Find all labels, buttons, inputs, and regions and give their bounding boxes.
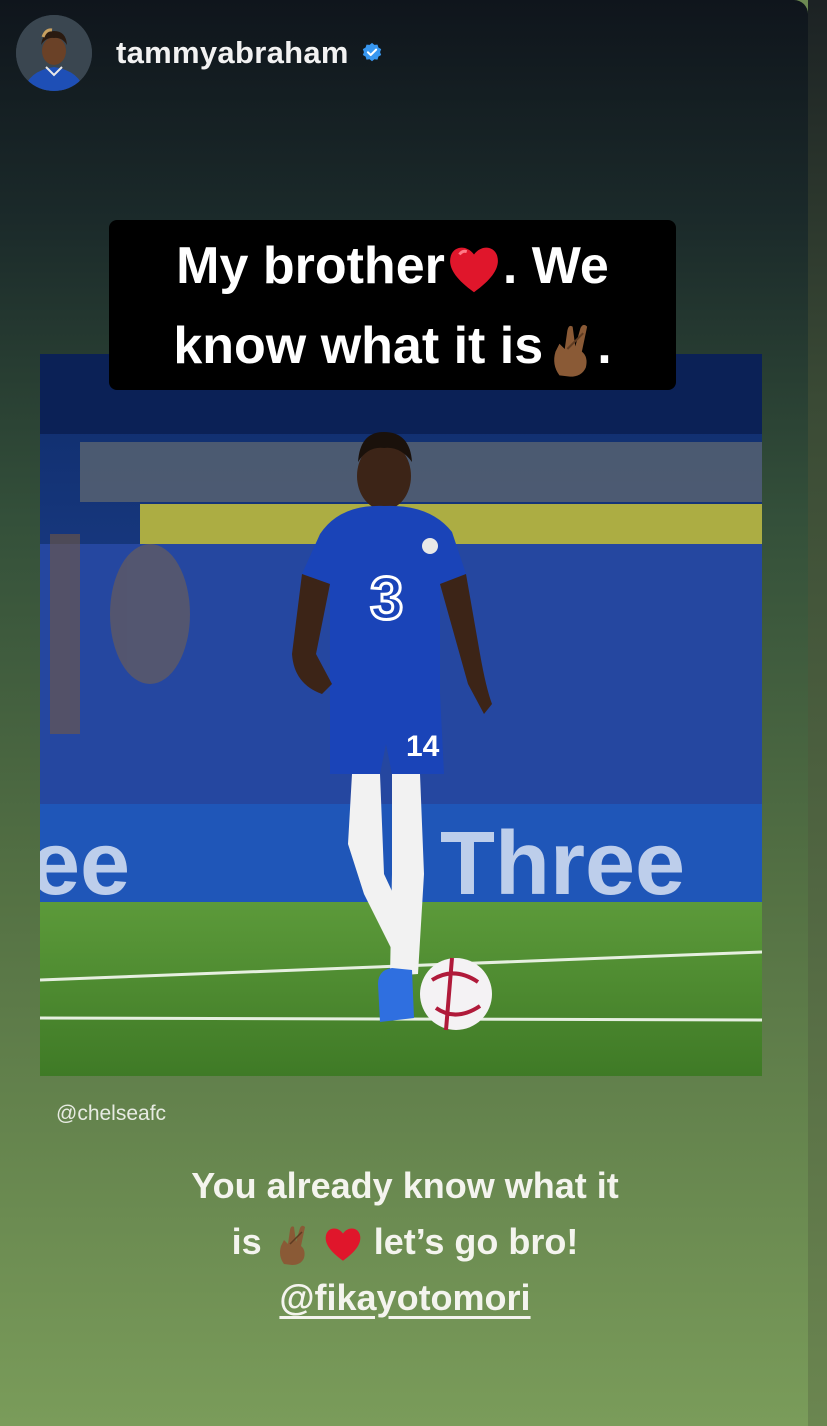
red-heart-icon (449, 247, 498, 293)
caption-line-2: know what it is. (109, 306, 676, 386)
username[interactable]: tammyabraham (116, 35, 349, 71)
next-story-edge[interactable] (808, 0, 827, 1426)
svg-text:3: 3 (370, 565, 403, 632)
caption-line-1: My brother. We (109, 226, 676, 306)
avatar-image (16, 15, 92, 91)
story-text-caption[interactable]: My brother. We know what it is. (109, 220, 676, 390)
bottom-caption-line-1: You already know what it (191, 1165, 619, 1206)
story-header: tammyabraham (16, 14, 383, 92)
verified-badge-icon (362, 42, 381, 62)
svg-text:14: 14 (406, 730, 440, 763)
red-heart-icon (325, 1228, 360, 1262)
user-mention-link[interactable]: @fikayotomori (279, 1277, 530, 1318)
bottom-caption-line-3: @fikayotomori (100, 1270, 710, 1326)
crossed-fingers-icon (554, 325, 588, 377)
story-view[interactable]: tammyabraham My brother. We know what it… (0, 0, 808, 1426)
svg-text:Three: Three (440, 814, 685, 914)
post-credit[interactable]: @chelseafc (56, 1102, 166, 1126)
svg-text:ee: ee (40, 814, 130, 914)
bottom-caption-line-2: is let’s go bro! (100, 1214, 710, 1270)
reshared-post-photo[interactable]: Three ee 3 14 (40, 354, 762, 1076)
crossed-fingers-icon (279, 1226, 305, 1266)
story-bottom-caption: You already know what it is let’s go bro… (100, 1158, 710, 1326)
avatar[interactable] (16, 15, 92, 91)
footballer-photo: Three ee 3 14 (40, 354, 762, 1076)
